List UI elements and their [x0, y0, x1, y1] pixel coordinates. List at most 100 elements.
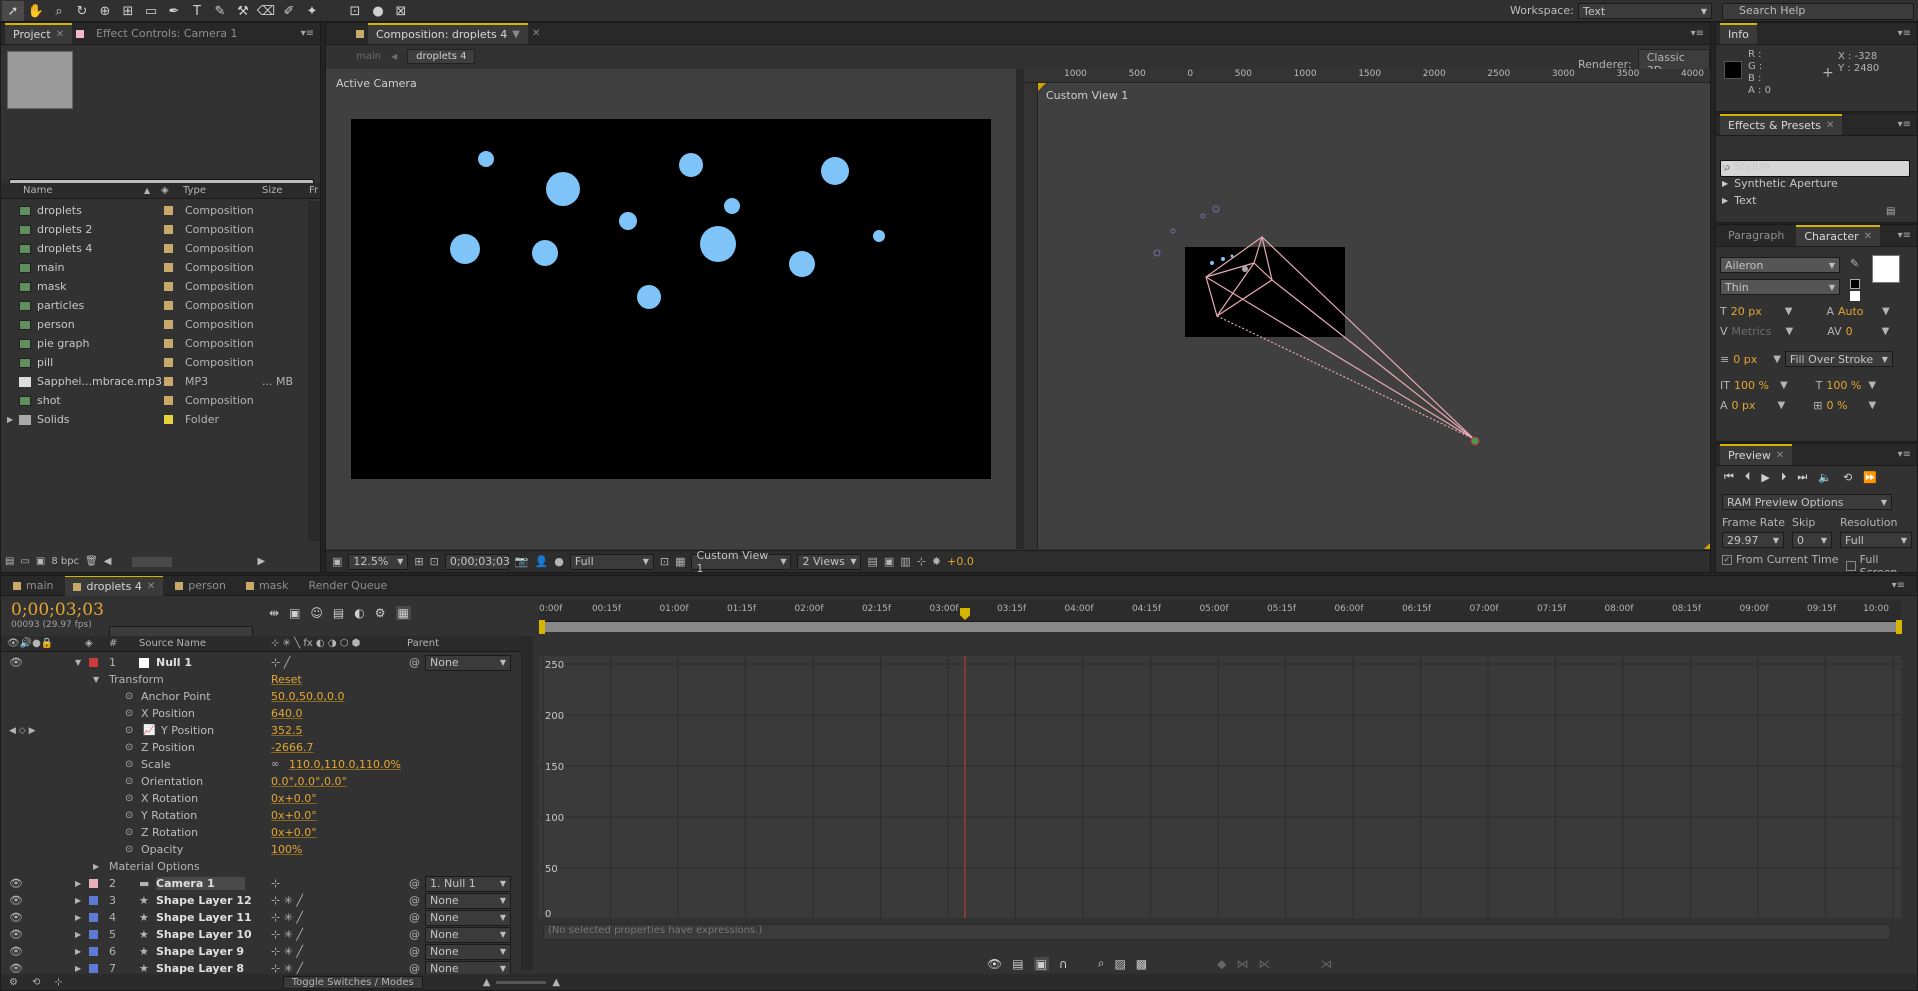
- toggle-switches-modes-button[interactable]: Toggle Switches / Modes: [282, 975, 423, 989]
- resolution-dropdown[interactable]: Full ▼: [569, 553, 654, 570]
- droplet-shape[interactable]: [478, 151, 494, 167]
- eye-icon[interactable]: 👁: [9, 911, 23, 924]
- frame-blending-icon[interactable]: ▤: [333, 606, 344, 620]
- layer-name[interactable]: Shape Layer 10: [156, 928, 252, 941]
- layer-switches-icon[interactable]: ⊹ ✳ ╱: [271, 911, 303, 924]
- panel-menu-icon[interactable]: ▾≡: [301, 28, 314, 39]
- project-item[interactable]: person Composition: [1, 315, 306, 334]
- puppet-pin-tool-icon[interactable]: ✦: [301, 1, 323, 21]
- project-item-label-swatch[interactable]: [164, 377, 173, 386]
- tab-effect-controls[interactable]: Effect Controls: Camera 1: [88, 24, 246, 43]
- project-item[interactable]: particles Composition: [1, 296, 306, 315]
- panel-menu-icon[interactable]: ▾≡: [1892, 580, 1905, 591]
- eye-icon[interactable]: 👁: [9, 877, 23, 890]
- tab-info[interactable]: Info: [1720, 23, 1757, 44]
- expand-arrow-icon[interactable]: ▶: [93, 862, 99, 871]
- easy-ease-icon[interactable]: ⋈: [1236, 957, 1248, 971]
- loop-icon[interactable]: ⟲: [1843, 471, 1852, 484]
- from-current-checkbox[interactable]: ✓: [1722, 554, 1732, 565]
- tab-paragraph[interactable]: Paragraph: [1720, 226, 1792, 245]
- close-icon[interactable]: ✕: [1826, 120, 1834, 131]
- font-family-dropdown[interactable]: Aileron ▼: [1720, 257, 1840, 273]
- project-item-label-swatch[interactable]: [164, 301, 173, 310]
- scroll-left-icon[interactable]: ◀: [104, 556, 112, 567]
- exposure-value[interactable]: +0.0: [947, 555, 974, 568]
- column-type[interactable]: Type: [183, 185, 206, 196]
- effects-category[interactable]: ▶ Stylize: [1718, 158, 1903, 175]
- stopwatch-icon[interactable]: ⊙: [125, 725, 133, 736]
- layer-switches-icon[interactable]: ⊹ ✳ ╱: [271, 928, 303, 941]
- graph-icon[interactable]: 📈: [143, 725, 155, 736]
- project-item[interactable]: shot Composition: [1, 391, 306, 410]
- stopwatch-icon[interactable]: ⊙: [125, 810, 133, 821]
- property-value[interactable]: 100%: [271, 843, 302, 856]
- new-folder-icon[interactable]: ▭: [20, 556, 29, 567]
- layer-row[interactable]: 👁 ▶ 6 ★ Shape Layer 9 ⊹ ✳ ╱ @ None ▼: [1, 943, 521, 960]
- close-icon[interactable]: ✕: [532, 28, 540, 39]
- expand-arrow-icon[interactable]: ▼: [75, 658, 81, 667]
- chevron-down-icon[interactable]: ▼: [1785, 306, 1793, 317]
- stopwatch-icon[interactable]: ⊙: [125, 708, 133, 719]
- horizontal-scroll-thumb[interactable]: [131, 556, 172, 567]
- new-bin-icon[interactable]: ▤: [1886, 206, 1895, 217]
- roto-brush-tool-icon[interactable]: ✐: [278, 1, 300, 21]
- layer-label-swatch[interactable]: [89, 930, 98, 939]
- eyedropper-icon[interactable]: ✎: [1850, 257, 1859, 270]
- property-value[interactable]: 0.0°,0.0°,0.0°: [271, 775, 347, 788]
- playhead-marker[interactable]: [960, 608, 970, 620]
- expand-arrow-icon[interactable]: ▶: [75, 930, 81, 939]
- pickwhip-icon[interactable]: @: [409, 877, 420, 890]
- layer-switches-icon[interactable]: ⊹ ✳ ╱: [271, 894, 303, 907]
- rectangle-tool-icon[interactable]: ▭: [140, 1, 162, 21]
- close-icon[interactable]: ✕: [1776, 450, 1784, 461]
- expand-arrow-icon[interactable]: ▶: [75, 964, 81, 973]
- tab-effects-presets[interactable]: Effects & Presets ✕: [1720, 114, 1843, 135]
- camera-orbit-tool-icon[interactable]: ⊕: [94, 1, 116, 21]
- play-icon[interactable]: ▶: [1761, 471, 1769, 484]
- droplet-shape[interactable]: [724, 198, 740, 214]
- project-item[interactable]: Sapphei...mbrace.mp3 MP3 ... MB: [1, 372, 306, 391]
- layer-name[interactable]: Shape Layer 12: [156, 894, 252, 907]
- scroll-right-icon[interactable]: ▶: [258, 556, 266, 567]
- exposure-icon[interactable]: ✸: [932, 555, 941, 568]
- tab-dropdown-icon[interactable]: ▼: [512, 29, 520, 40]
- composition-mini-flowchart-icon[interactable]: ⇹: [269, 606, 279, 620]
- panel-menu-icon[interactable]: ▾≡: [1898, 230, 1911, 241]
- stopwatch-icon[interactable]: ⊙: [125, 793, 133, 804]
- project-item[interactable]: ▶ Solids Folder: [1, 410, 306, 429]
- vertical-scale-value[interactable]: 100 %: [1734, 379, 1776, 392]
- preview-resolution-dropdown[interactable]: Full ▼: [1840, 532, 1912, 548]
- project-item-label-swatch[interactable]: [164, 263, 173, 272]
- project-item-label-swatch[interactable]: [164, 320, 173, 329]
- layer-row[interactable]: 👁 ▶ 4 ★ Shape Layer 11 ⊹ ✳ ╱ @ None ▼: [1, 909, 521, 926]
- custom-view[interactable]: 1000 500 0 500 1000 1500 2000 2500 3000 3500 4000 …: [1024, 69, 1710, 549]
- fit-selection-icon[interactable]: ⌕: [1098, 956, 1105, 971]
- chevron-down-icon[interactable]: ▼: [1868, 380, 1876, 391]
- fit-icon[interactable]: ⊞: [414, 555, 423, 568]
- views-layout-dropdown[interactable]: 2 Views ▼: [797, 553, 862, 570]
- view-axis-icon[interactable]: ⊠: [390, 1, 412, 21]
- leading-value[interactable]: Auto: [1838, 305, 1878, 318]
- audio-icon[interactable]: 🔈: [1818, 471, 1832, 484]
- droplet-shape[interactable]: [789, 251, 815, 277]
- transparency-grid-icon[interactable]: ▦: [675, 555, 685, 568]
- selection-tool-icon[interactable]: ➚: [2, 1, 24, 21]
- project-item-label-swatch[interactable]: [164, 244, 173, 253]
- effects-category[interactable]: ▶ Synthetic Aperture: [1718, 175, 1903, 192]
- layer-row[interactable]: 👁 ▶ 2 ▬ Camera 1 ⊹ @1. Null 1 ▼: [1, 875, 521, 892]
- chevron-down-icon[interactable]: ▼: [1773, 354, 1781, 365]
- project-item-label-swatch[interactable]: [164, 358, 173, 367]
- font-style-dropdown[interactable]: Thin ▼: [1720, 279, 1840, 295]
- property-value[interactable]: 640.0: [271, 707, 303, 720]
- time-ruler[interactable]: 0:00f 00:15f 01:00f 01:15f 02:00f 02:15f 03:00…: [539, 600, 1901, 622]
- draft-3d-icon[interactable]: ▣: [289, 606, 300, 620]
- expand-arrow-icon[interactable]: ▶: [75, 913, 81, 922]
- expand-in-out-icon[interactable]: ⊹: [54, 977, 62, 988]
- horizontal-scale-value[interactable]: 100 %: [1826, 379, 1864, 392]
- chevron-down-icon[interactable]: ▼: [1778, 400, 1786, 411]
- chevron-down-icon[interactable]: ▼: [1786, 326, 1794, 337]
- constrain-proportions-icon[interactable]: ∞: [271, 759, 279, 770]
- droplet-shape[interactable]: [450, 234, 480, 264]
- graph-editor-icon[interactable]: ▦: [395, 606, 411, 620]
- layer-row[interactable]: 👁 ▶ 3 ★ Shape Layer 12 ⊹ ✳ ╱ @ None ▼: [1, 892, 521, 909]
